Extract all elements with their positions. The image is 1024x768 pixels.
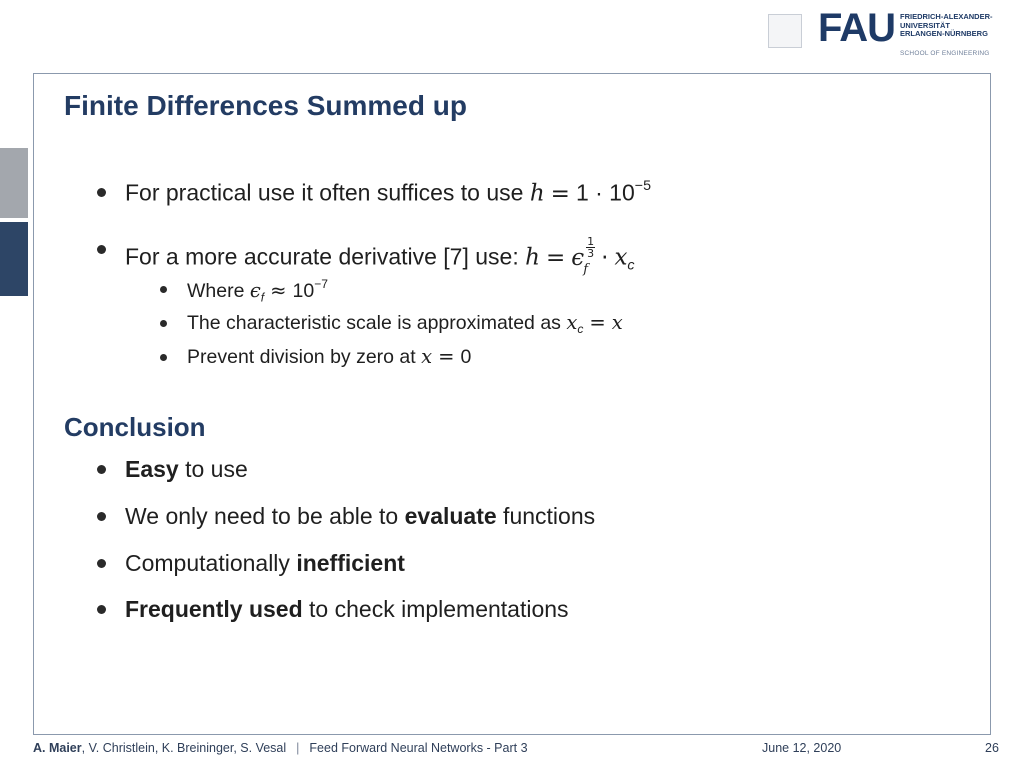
bullet-text: For practical use it often suffices to u… (125, 179, 530, 206)
bullet-dot-icon (97, 559, 106, 568)
slide-title: Finite Differences Summed up (64, 90, 467, 121)
math-value: 10 (292, 280, 315, 303)
sub-bullet-dot-icon (160, 354, 167, 361)
school-name: SCHOOL OF ENGINEERING (900, 50, 990, 57)
bullet-dot-icon (97, 512, 106, 521)
bullet-dot-icon (97, 605, 106, 614)
item-text: Computationally (125, 550, 297, 576)
math-subscript-c: c (627, 257, 635, 274)
bullet-dot-icon (97, 245, 106, 254)
math-var-x: x (614, 244, 628, 271)
sub-bullet-dot-icon (160, 320, 167, 327)
university-line-3: ERLANGEN-NÜRNBERG (900, 29, 988, 39)
bold-text: Easy (125, 456, 179, 482)
university-name: FRIEDRICH-ALEXANDER- UNIVERSITÄT ERLANGE… (900, 12, 993, 39)
sub-bullet-zero: Prevent division by zero at x = 0 (187, 345, 471, 369)
math-fraction-denominator: 3 (587, 247, 595, 260)
math-equals: = (545, 244, 566, 271)
math-approx: ≈ (270, 279, 287, 303)
math-equals: = (589, 311, 606, 334)
math-equals: = (550, 180, 570, 207)
conclusion-item-frequently: Frequently used to check implementations (125, 596, 569, 623)
footer-lecture-title: Feed Forward Neural Networks - Part 3 (309, 741, 528, 755)
math-equals: = (438, 345, 455, 368)
item-text: to use (178, 456, 248, 482)
bullet-practical-h: For practical use it often suffices to u… (125, 178, 651, 207)
math-exponent: −5 (634, 178, 652, 194)
sub-bullet-text: Prevent division by zero at (187, 346, 422, 368)
math-var-h: h (529, 180, 545, 207)
math-dot: · (601, 244, 609, 271)
conclusion-item-evaluate: We only need to be able to evaluate func… (125, 503, 595, 530)
conclusion-item-easy: Easy to use (125, 456, 248, 483)
bold-text: evaluate (404, 503, 497, 529)
footer-other-authors: , V. Christlein, K. Breininger, S. Vesal (81, 741, 287, 755)
sub-bullet-text: Where (187, 280, 250, 303)
bold-text: inefficient (296, 550, 405, 576)
item-text: We only need to be able to (125, 503, 405, 529)
conclusion-item-inefficient: Computationally inefficient (125, 550, 405, 577)
math-epsilon: ϵ (249, 279, 261, 303)
sub-bullet-scale: The characteristic scale is approximated… (187, 311, 623, 336)
footer-date: June 12, 2020 (762, 741, 842, 755)
footer-separator: | (296, 741, 300, 755)
item-text: functions (496, 503, 596, 529)
side-accent-bar (0, 148, 28, 218)
sub-bullet-dot-icon (160, 286, 167, 293)
math-value: 0 (460, 346, 472, 368)
side-accent-bar-active (0, 222, 28, 296)
sub-bullet-text: The characteristic scale is approximated… (187, 312, 567, 334)
sub-bullet-epsilon: Where ϵf ≈10−7 (187, 277, 328, 304)
math-var-x: x (566, 311, 578, 334)
bullet-dot-icon (97, 465, 106, 474)
math-var-x: x (611, 311, 623, 334)
footer-authors: A. Maier, V. Christlein, K. Breininger, … (33, 741, 528, 755)
math-fraction: 13 (586, 236, 596, 260)
bullet-text: For a more accurate derivative [7] use: (125, 243, 526, 270)
math-var-h: h (525, 244, 540, 271)
math-var-x: x (421, 345, 433, 368)
slide-frame (33, 73, 991, 735)
section-heading-conclusion: Conclusion (64, 412, 206, 442)
math-exponent: −7 (314, 277, 328, 291)
bold-text: Frequently used (125, 596, 303, 622)
math-epsilon-f: ϵf (571, 244, 588, 277)
math-value: 1 · 10 (575, 179, 635, 206)
footer-page-number: 26 (985, 741, 999, 755)
faculty-logo-icon (768, 14, 802, 48)
math-epsilon-subscript: f (583, 261, 589, 277)
bullet-dot-icon (97, 188, 106, 197)
fau-logo: FAU (818, 6, 896, 50)
bullet-accurate-h: For a more accurate derivative [7] use: … (125, 236, 635, 277)
item-text: to check implementations (302, 596, 569, 622)
footer-lead-author: A. Maier (33, 741, 82, 755)
